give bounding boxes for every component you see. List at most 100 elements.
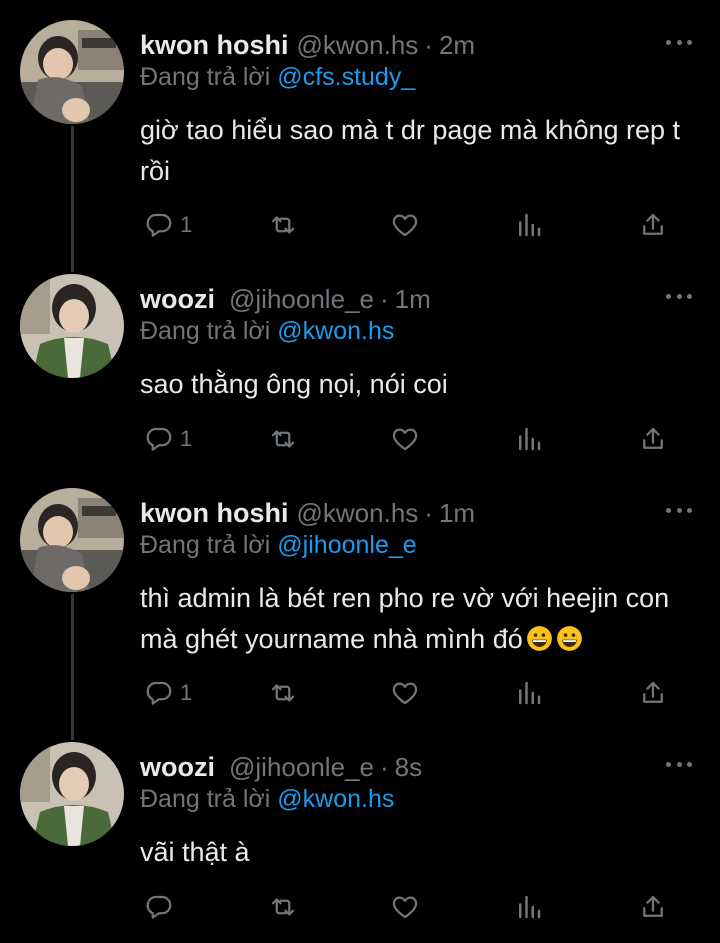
timestamp[interactable]: 1m [439, 498, 475, 529]
views-icon [519, 681, 541, 705]
retweet-button[interactable] [268, 889, 298, 925]
share-icon [643, 427, 663, 449]
reply-button[interactable]: 1 [144, 421, 192, 457]
avatar-woozi-image [20, 742, 124, 846]
grinning-face-emoji [526, 626, 552, 651]
tweet-header: woozi @jihoonle_e · 8s [140, 752, 422, 786]
tweet-actions [140, 889, 680, 925]
reply-icon [146, 895, 172, 919]
more-icon[interactable] [666, 500, 692, 520]
separator: · [424, 498, 433, 528]
replying-to: Đang trả lời @kwon.hs [140, 317, 394, 346]
user-handle[interactable]: @kwon.hs [297, 30, 419, 61]
views-button[interactable] [514, 421, 544, 457]
timestamp[interactable]: 2m [439, 30, 475, 61]
retweet-button[interactable] [268, 207, 298, 243]
grinning-face-emoji [556, 626, 582, 651]
retweet-button[interactable] [268, 675, 298, 711]
avatar[interactable] [20, 488, 124, 592]
avatar[interactable] [20, 20, 124, 124]
like-icon [392, 896, 418, 919]
separator: · [379, 284, 389, 314]
tweet-text: sao thằng ông nọi, nói coi [140, 369, 448, 399]
separator: · [379, 752, 389, 782]
replying-prefix: Đang trả lời [140, 63, 271, 91]
replying-mention[interactable]: @kwon.hs [277, 785, 394, 813]
tweet-text: thì admin là bét ren pho re vờ với heeji… [140, 583, 670, 654]
views-icon [519, 895, 541, 919]
share-icon [643, 213, 663, 235]
reply-icon [146, 681, 172, 705]
like-button[interactable] [390, 421, 420, 457]
reply-button[interactable] [144, 889, 180, 925]
avatar-kwon-hoshi-image [20, 20, 124, 124]
tweet-text: vãi thật à [140, 837, 250, 867]
timestamp[interactable]: 8s [395, 752, 422, 783]
tweet-actions: 1 [140, 421, 680, 457]
avatar-kwon-hoshi-image [20, 488, 124, 592]
views-icon [519, 213, 541, 237]
like-button[interactable] [390, 675, 420, 711]
more-icon[interactable] [666, 286, 692, 306]
retweet-icon [271, 684, 295, 702]
user-handle[interactable]: @kwon.hs [297, 498, 419, 529]
retweet-button[interactable] [268, 421, 298, 457]
tweet-actions: 1 [140, 207, 680, 243]
reply-count: 1 [180, 212, 193, 237]
timestamp[interactable]: 1m [395, 284, 431, 315]
separator: · [424, 30, 433, 60]
tweet-actions: 1 [140, 675, 680, 711]
views-button[interactable] [514, 675, 544, 711]
share-icon [643, 681, 663, 703]
user-handle[interactable]: @jihoonle_e [229, 284, 374, 315]
reply-count: 1 [180, 680, 193, 705]
share-button[interactable] [638, 675, 668, 711]
replying-prefix: Đang trả lời [140, 785, 271, 813]
tweet[interactable]: kwon hoshi @kwon.hs · 1m Đang trả lời @j… [0, 488, 720, 728]
avatar[interactable] [20, 274, 124, 378]
avatar[interactable] [20, 742, 124, 846]
like-button[interactable] [390, 207, 420, 243]
display-name[interactable]: kwon hoshi [140, 498, 289, 529]
tweet[interactable]: woozi @jihoonle_e · 8s Đang trả lời @kwo… [0, 742, 720, 942]
like-button[interactable] [390, 889, 420, 925]
views-button[interactable] [514, 207, 544, 243]
avatar-woozi-image [20, 274, 124, 378]
reply-button[interactable]: 1 [144, 207, 192, 243]
tweet-header: kwon hoshi @kwon.hs · 2m [140, 30, 475, 64]
share-button[interactable] [638, 421, 668, 457]
share-icon [643, 895, 663, 917]
tweet[interactable]: woozi @jihoonle_e · 1m Đang trả lời @kwo… [0, 274, 720, 484]
retweet-icon [271, 216, 295, 234]
share-button[interactable] [638, 889, 668, 925]
reply-count: 1 [180, 426, 193, 451]
more-icon[interactable] [666, 32, 692, 52]
replying-mention[interactable]: @kwon.hs [277, 317, 394, 345]
like-icon [392, 214, 418, 237]
display-name[interactable]: woozi [140, 284, 215, 315]
like-icon [392, 682, 418, 705]
replying-to: Đang trả lời @kwon.hs [140, 785, 394, 814]
replying-mention[interactable]: @cfs.study_ [277, 63, 415, 91]
user-handle[interactable]: @jihoonle_e [229, 752, 374, 783]
views-button[interactable] [514, 889, 544, 925]
display-name[interactable]: kwon hoshi [140, 30, 289, 61]
display-name[interactable]: woozi [140, 752, 215, 783]
replying-mention[interactable]: @jihoonle_e [277, 531, 416, 559]
replying-prefix: Đang trả lời [140, 317, 271, 345]
tweet-header: kwon hoshi @kwon.hs · 1m [140, 498, 475, 532]
reply-icon [146, 427, 172, 451]
tweet-header: woozi @jihoonle_e · 1m [140, 284, 431, 318]
like-icon [392, 428, 418, 451]
views-icon [519, 427, 541, 451]
tweet-body: thì admin là bét ren pho re vờ với heeji… [140, 578, 690, 660]
retweet-icon [271, 898, 295, 916]
replying-prefix: Đang trả lời [140, 531, 271, 559]
more-icon[interactable] [666, 754, 692, 774]
retweet-icon [271, 430, 295, 448]
tweet[interactable]: kwon hoshi @kwon.hs · 2m Đang trả lời @c… [0, 20, 720, 260]
reply-button[interactable]: 1 [144, 675, 192, 711]
replying-to: Đang trả lời @cfs.study_ [140, 63, 415, 92]
share-button[interactable] [638, 207, 668, 243]
tweet-text: giờ tao hiểu sao mà t dr page mà không r… [140, 115, 681, 186]
